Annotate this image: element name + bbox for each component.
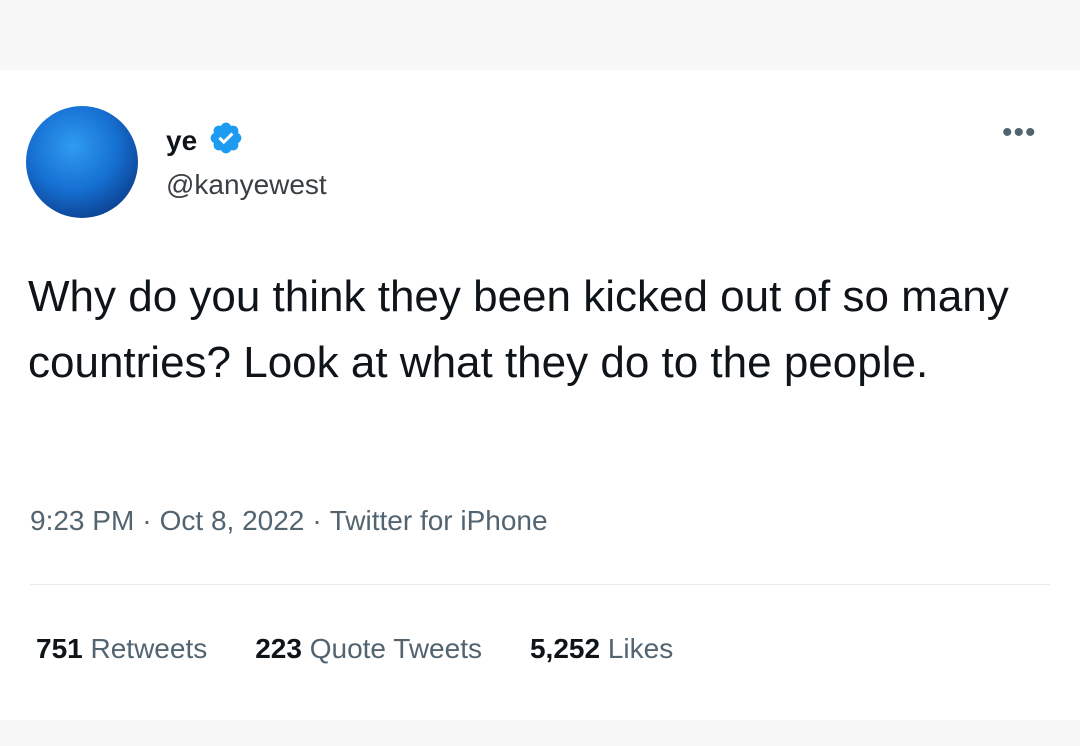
retweets-label: Retweets (90, 633, 208, 664)
tweet-source[interactable]: Twitter for iPhone (330, 505, 548, 536)
verified-badge-icon (210, 122, 242, 154)
divider (30, 584, 1050, 585)
avatar[interactable] (26, 106, 138, 218)
retweets-stat[interactable]: 751 Retweets (36, 632, 207, 666)
retweets-count: 751 (36, 633, 83, 664)
tweet-stats: 751 Retweets 223 Quote Tweets 5,252 Like… (36, 632, 673, 666)
display-name[interactable]: ye (166, 124, 197, 158)
likes-count: 5,252 (529, 633, 601, 664)
user-handle[interactable]: @kanyewest (166, 168, 327, 202)
tweet-time[interactable]: 9:23 PM (30, 505, 134, 536)
likes-label: Likes (607, 633, 674, 664)
tweet-text: Why do you think they been kicked out of… (28, 272, 1009, 387)
meta-separator: · (142, 505, 152, 536)
tweet-metadata: 9:23 PM · Oct 8, 2022 · Twitter for iPhone (30, 504, 548, 538)
quote-tweets-count: 223 (255, 633, 302, 664)
more-options-icon[interactable]: ••• (1002, 118, 1037, 148)
quote-tweets-stat[interactable]: 223 Quote Tweets (255, 632, 482, 666)
tweet-date[interactable]: Oct 8, 2022 (160, 505, 305, 536)
quote-tweets-label: Quote Tweets (309, 633, 482, 664)
meta-separator: · (312, 505, 322, 536)
likes-stat[interactable]: 5,252 Likes (530, 632, 673, 666)
